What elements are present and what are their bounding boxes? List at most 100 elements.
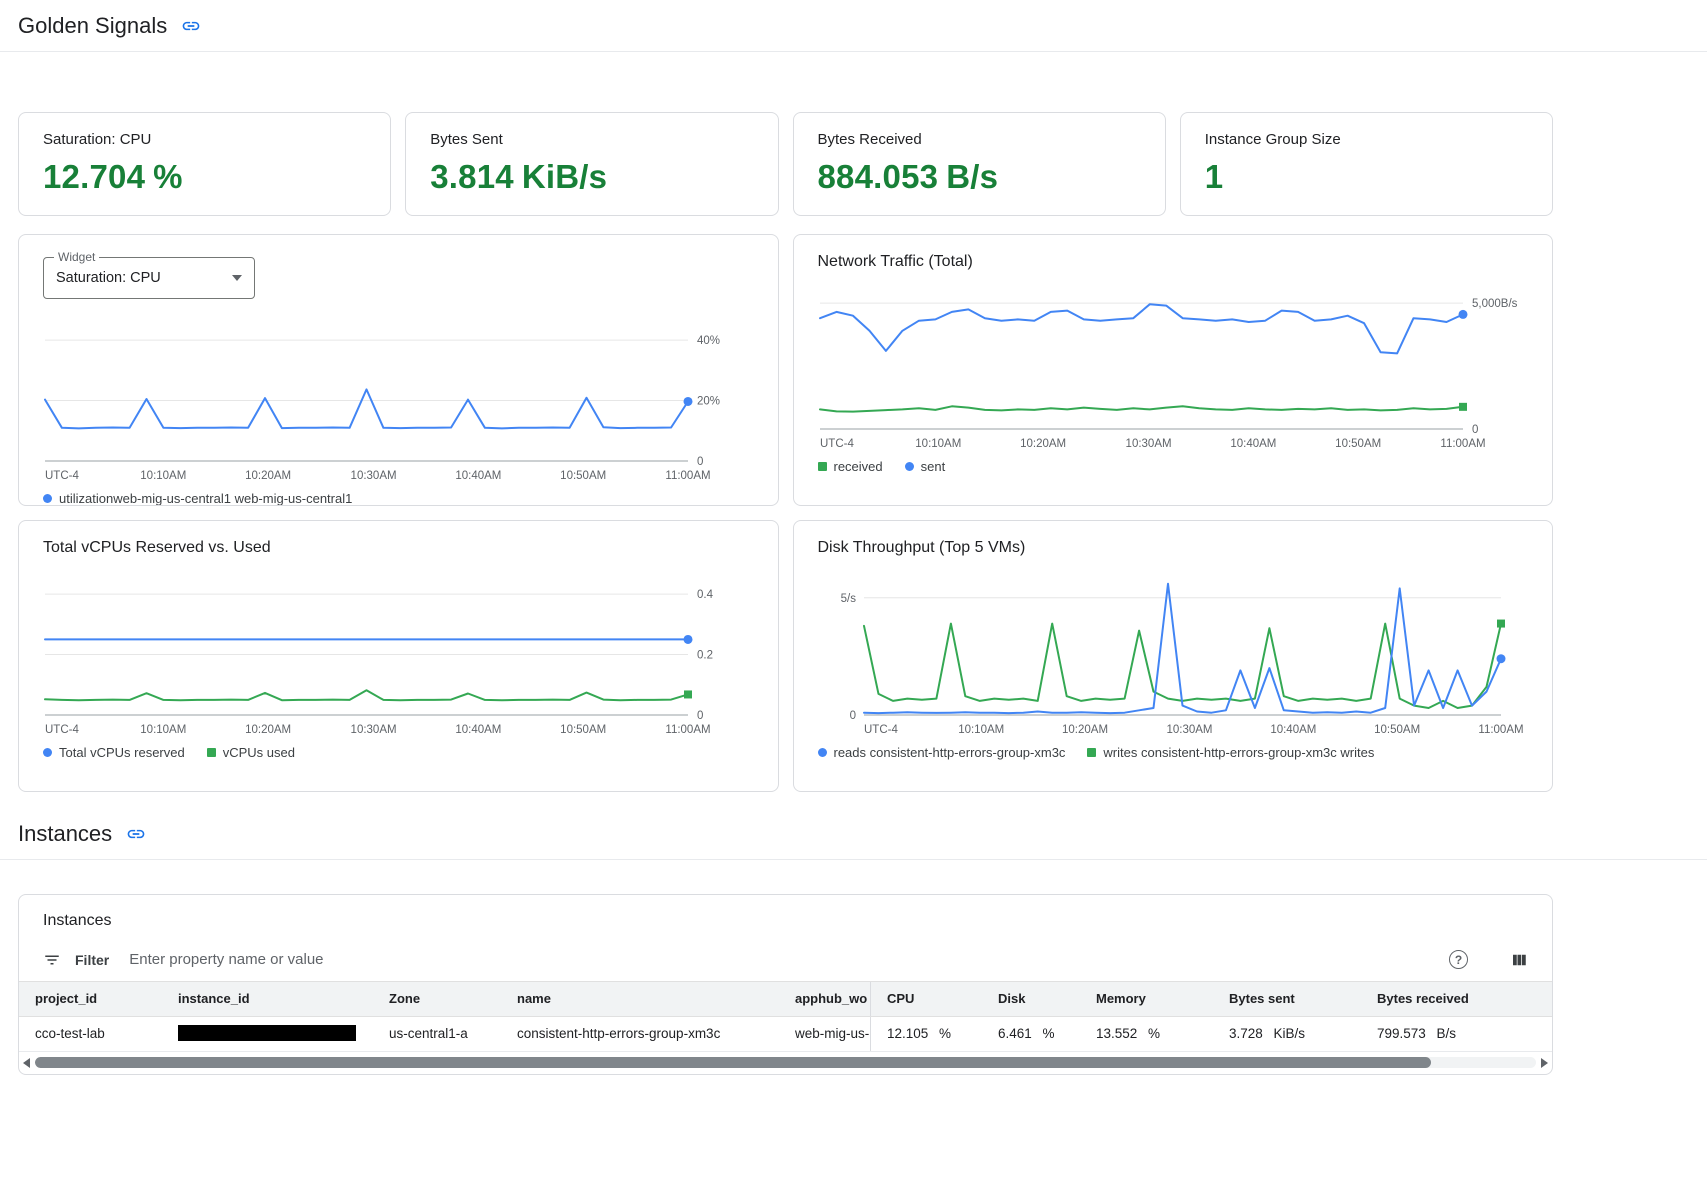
cell-apphub: web-mig-us-: [779, 1017, 870, 1051]
scorecard-value: 1: [1205, 158, 1528, 196]
scorecard-unit: %: [153, 158, 183, 195]
legend-item[interactable]: received: [818, 459, 883, 474]
column-header-bytes-received[interactable]: Bytes received: [1361, 982, 1552, 1016]
legend-item[interactable]: reads consistent-http-errors-group-xm3c: [818, 745, 1066, 760]
filter-input[interactable]: [127, 950, 1435, 969]
vcpus-card: Total vCPUs Reserved vs. Used 00.20.4UTC…: [18, 520, 779, 792]
saturation-cpu-widget-card: Widget Saturation: CPU 020%40%UTC-410:10…: [18, 234, 779, 506]
network-traffic-card: Network Traffic (Total) 05,000B/sUTC-410…: [793, 234, 1554, 506]
legend-item[interactable]: Total vCPUs reserved: [43, 745, 185, 760]
legend-square-marker: [207, 748, 216, 757]
svg-text:10:40AM: 10:40AM: [1270, 724, 1316, 736]
legend-label: utilizationweb-mig-us-central1 web-mig-u…: [59, 491, 352, 506]
scorecard-label: Saturation: CPU: [43, 131, 366, 148]
svg-text:11:00AM: 11:00AM: [665, 470, 710, 482]
svg-text:10:10AM: 10:10AM: [915, 438, 961, 450]
svg-text:UTC-4: UTC-4: [45, 724, 79, 736]
legend-item[interactable]: writes consistent-http-errors-group-xm3c…: [1087, 745, 1374, 760]
scorecard-bytes-sent: Bytes Sent 3.814KiB/s: [405, 112, 778, 216]
widget-select-value: Saturation: CPU: [56, 270, 224, 286]
filter-bar: Filter ?: [19, 942, 1552, 981]
scroll-right-arrow[interactable]: [1541, 1058, 1548, 1068]
svg-text:0: 0: [697, 710, 703, 722]
scorecard-label: Instance Group Size: [1205, 131, 1528, 148]
svg-text:10:10AM: 10:10AM: [140, 724, 186, 736]
disk-throughput-legend: reads consistent-http-errors-group-xm3c w…: [818, 745, 1529, 760]
svg-text:5/s: 5/s: [840, 593, 856, 605]
help-icon[interactable]: ?: [1449, 950, 1468, 969]
svg-text:0.2: 0.2: [697, 650, 713, 662]
legend-circle-marker: [818, 748, 827, 757]
column-header-name[interactable]: name: [501, 982, 779, 1016]
cell-project-id: cco-test-lab: [19, 1017, 162, 1051]
legend-square-marker: [818, 462, 827, 471]
scorecard-unit: B/s: [946, 158, 998, 195]
cell-bytes-received: 799.573 B/s: [1361, 1017, 1552, 1051]
svg-text:10:30AM: 10:30AM: [351, 724, 397, 736]
column-header-zone[interactable]: Zone: [373, 982, 501, 1016]
filter-icon[interactable]: [43, 951, 61, 969]
column-header-project-id[interactable]: project_id: [19, 982, 162, 1016]
column-header-disk[interactable]: Disk: [982, 982, 1080, 1016]
svg-text:10:20AM: 10:20AM: [245, 470, 291, 482]
svg-text:0: 0: [1472, 424, 1478, 436]
legend-label: vCPUs used: [223, 745, 295, 760]
svg-text:10:40AM: 10:40AM: [455, 724, 501, 736]
chart-title: Total vCPUs Reserved vs. Used: [43, 539, 754, 557]
widget-select-label: Widget: [54, 250, 99, 264]
cell-cpu: 12.105 %: [870, 1017, 982, 1051]
legend-item[interactable]: vCPUs used: [207, 745, 295, 760]
column-header-memory[interactable]: Memory: [1080, 982, 1213, 1016]
widget-select[interactable]: Widget Saturation: CPU: [43, 257, 255, 299]
svg-text:11:00AM: 11:00AM: [665, 724, 710, 736]
svg-text:10:20AM: 10:20AM: [1020, 438, 1066, 450]
cell-memory: 13.552 %: [1080, 1017, 1213, 1051]
instances-table-title: Instances: [19, 895, 1552, 942]
column-header-apphub[interactable]: apphub_wo: [779, 982, 870, 1016]
page-title: Golden Signals: [18, 13, 167, 39]
link-icon[interactable]: [181, 16, 201, 36]
scorecard-value: 12.704%: [43, 158, 366, 196]
scroll-left-arrow[interactable]: [23, 1058, 30, 1068]
scrollbar-thumb[interactable]: [35, 1057, 1431, 1068]
svg-text:0: 0: [697, 456, 703, 468]
link-icon[interactable]: [126, 824, 146, 844]
svg-text:11:00AM: 11:00AM: [1478, 724, 1523, 736]
table-row[interactable]: cco-test-lab us-central1-a consistent-ht…: [19, 1017, 1552, 1052]
saturation-cpu-chart: 020%40%UTC-410:10AM10:20AM10:30AM10:40AM…: [43, 315, 754, 483]
page-header: Golden Signals: [0, 0, 1707, 52]
instances-section-header: Instances: [0, 808, 1707, 860]
column-display-icon[interactable]: [1510, 951, 1528, 969]
column-header-bytes-sent[interactable]: Bytes sent: [1213, 982, 1361, 1016]
svg-text:10:50AM: 10:50AM: [560, 724, 606, 736]
svg-text:UTC-4: UTC-4: [864, 724, 898, 736]
scrollbar-track[interactable]: [35, 1057, 1536, 1068]
legend-item[interactable]: utilizationweb-mig-us-central1 web-mig-u…: [43, 491, 352, 506]
column-header-instance-id[interactable]: instance_id: [162, 982, 373, 1016]
scorecard-label: Bytes Received: [818, 131, 1141, 148]
svg-text:11:00AM: 11:00AM: [1440, 438, 1485, 450]
scorecard-saturation-cpu: Saturation: CPU 12.704%: [18, 112, 391, 216]
legend-item[interactable]: sent: [905, 459, 946, 474]
svg-text:10:40AM: 10:40AM: [1230, 438, 1276, 450]
svg-text:0: 0: [849, 710, 855, 722]
table-header-row: project_id instance_id Zone name apphub_…: [19, 981, 1552, 1017]
svg-text:20%: 20%: [697, 396, 720, 408]
svg-text:10:40AM: 10:40AM: [455, 470, 501, 482]
svg-text:10:30AM: 10:30AM: [1125, 438, 1171, 450]
horizontal-scrollbar[interactable]: [19, 1052, 1552, 1074]
cell-instance-id: [162, 1017, 373, 1051]
vcpus-legend: Total vCPUs reserved vCPUs used: [43, 745, 754, 760]
column-header-cpu[interactable]: CPU: [870, 982, 982, 1016]
vcpus-chart: 00.20.4UTC-410:10AM10:20AM10:30AM10:40AM…: [43, 569, 754, 737]
svg-text:40%: 40%: [697, 335, 720, 347]
svg-text:10:30AM: 10:30AM: [1166, 724, 1212, 736]
charts-grid: Widget Saturation: CPU 0 20% 40% UTC-4 10:10…: [18, 234, 1553, 792]
cell-bytes-sent: 3.728 KiB/s: [1213, 1017, 1361, 1051]
svg-text:UTC-4: UTC-4: [820, 438, 854, 450]
legend-label: writes consistent-http-errors-group-xm3c…: [1103, 745, 1374, 760]
svg-text:10:10AM: 10:10AM: [140, 470, 186, 482]
instances-card: Instances Filter ? project_id instance_i…: [18, 894, 1553, 1075]
cell-name: consistent-http-errors-group-xm3c: [501, 1017, 779, 1051]
cell-disk: 6.461 %: [982, 1017, 1080, 1051]
